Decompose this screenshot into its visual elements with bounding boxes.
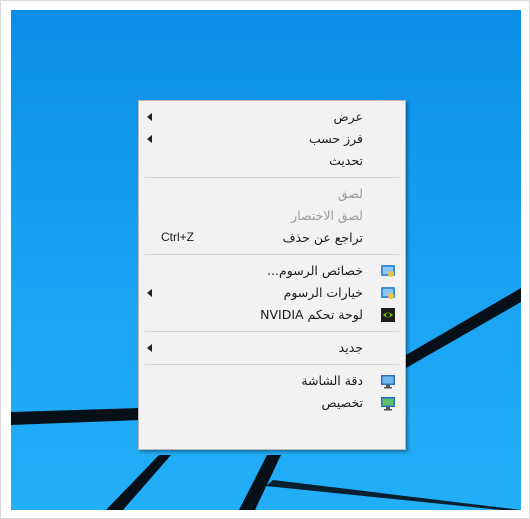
submenu-arrow-icon [147, 344, 152, 352]
menu-item-new[interactable]: جديد [139, 337, 405, 359]
menu-item-nvidia-control-panel-label: لوحة تحكم NVIDIA [260, 307, 363, 322]
submenu-arrow-icon [147, 289, 152, 297]
menu-separator [145, 254, 399, 255]
menu-item-paste-label: لصق [337, 186, 363, 201]
intel-graphics-icon [381, 265, 395, 277]
submenu-arrow-icon [147, 113, 152, 121]
menu-item-sort-by-label: فرز حسب [308, 131, 363, 146]
menu-item-graphics-properties-label: خصائص الرسوم... [267, 263, 363, 278]
personalize-icon [381, 397, 395, 411]
menu-item-graphics-options[interactable]: خيارات الرسوم [139, 282, 405, 304]
submenu-arrow-icon [147, 135, 152, 143]
keyboard-shortcut: Ctrl+Z [161, 230, 194, 244]
menu-item-screen-resolution-label: دقة الشاشة [301, 373, 363, 388]
menu-item-view-label: عرض [333, 109, 363, 124]
context-menu: عرض فرز حسب تحديث لصق لصق الاختصار تراجع… [138, 100, 406, 450]
menu-item-sort-by[interactable]: فرز حسب [139, 128, 405, 150]
menu-separator [145, 331, 399, 332]
menu-item-personalize[interactable]: تخصيص [139, 392, 405, 414]
menu-item-graphics-properties[interactable]: خصائص الرسوم... [139, 260, 405, 282]
menu-item-nvidia-control-panel[interactable]: لوحة تحكم NVIDIA [139, 304, 405, 326]
menu-separator [145, 177, 399, 178]
menu-item-view[interactable]: عرض [139, 106, 405, 128]
menu-item-screen-resolution[interactable]: دقة الشاشة [139, 370, 405, 392]
menu-item-paste-shortcut: لصق الاختصار [139, 205, 405, 227]
menu-item-paste: لصق [139, 183, 405, 205]
menu-item-undo-delete-label: تراجع عن حذف [282, 230, 363, 245]
screenshot-frame: عرض فرز حسب تحديث لصق لصق الاختصار تراجع… [0, 0, 530, 519]
menu-separator [145, 364, 399, 365]
menu-item-undo-delete[interactable]: تراجع عن حذف Ctrl+Z [139, 227, 405, 249]
menu-item-graphics-options-label: خيارات الرسوم [283, 285, 363, 300]
nvidia-icon [381, 308, 395, 322]
menu-item-new-label: جديد [338, 340, 363, 355]
menu-item-refresh[interactable]: تحديث [139, 150, 405, 172]
menu-item-paste-shortcut-label: لصق الاختصار [291, 208, 363, 223]
menu-item-personalize-label: تخصيص [321, 395, 363, 410]
menu-item-refresh-label: تحديث [329, 153, 363, 168]
intel-graphics-icon [381, 287, 395, 299]
display-icon [381, 375, 395, 389]
desktop-background[interactable]: عرض فرز حسب تحديث لصق لصق الاختصار تراجع… [11, 10, 521, 510]
